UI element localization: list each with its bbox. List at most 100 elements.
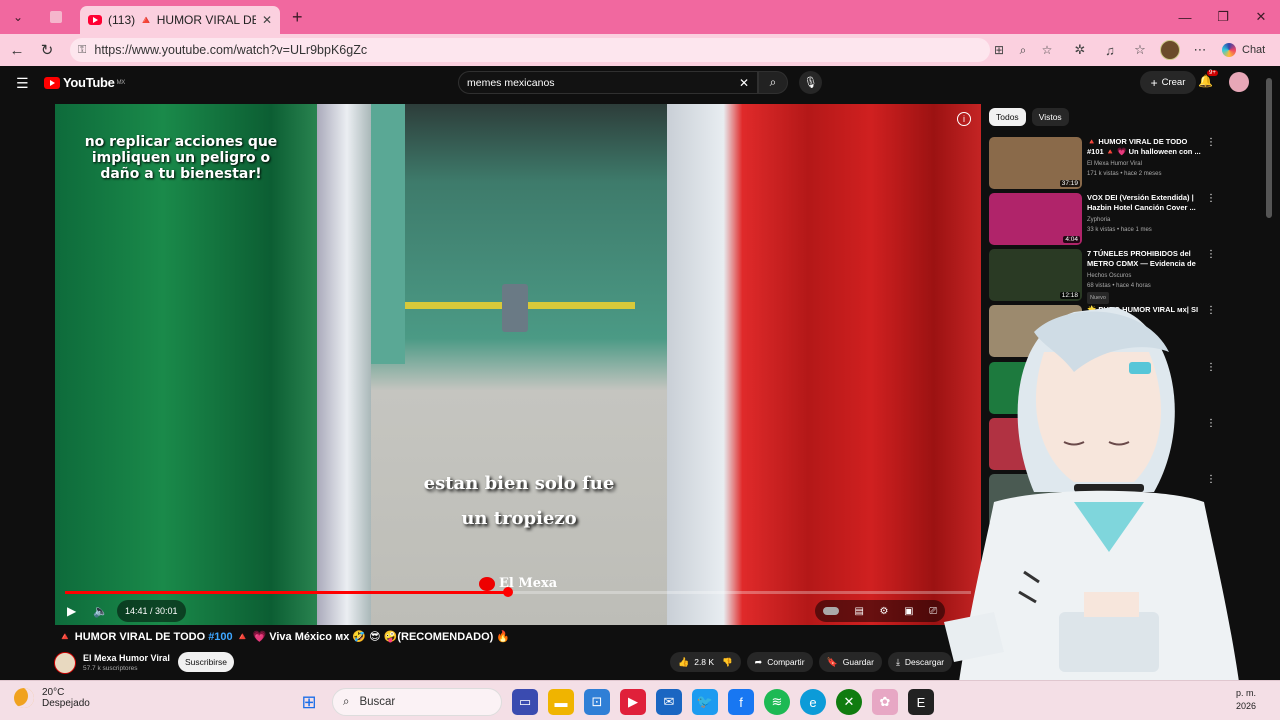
facebook-icon[interactable]: f [728,689,754,715]
thumbs-down-icon[interactable]: 👎 [722,657,733,668]
recommendation-title[interactable]: VOX DEI (Versión Extendida) | Hazbin Hot… [1087,193,1203,213]
settings-gear-icon[interactable]: ⚙ [880,606,889,617]
system-clock[interactable]: p. m. 2026 [1236,687,1256,713]
title-hashtag[interactable]: #100 [208,631,232,643]
microsoft-store-icon[interactable]: ⊡ [584,689,610,715]
apps-icon[interactable]: ⊞ [990,41,1008,59]
favorites-icon[interactable]: ☆ [1128,38,1152,62]
save-label: Guardar [842,657,874,667]
address-bar-row: ← ↻ ⚿ https://www.youtube.com/watch?v=UL… [0,34,1280,66]
recommendation-item[interactable]: 4:04 VOX DEI (Versión Extendida) | Hazbin… [989,193,1259,245]
maximize-icon[interactable]: ❐ [1204,0,1242,34]
flag-white-stripe [317,104,377,625]
recommendation-channel: El Mexa Humor Viral [1087,161,1142,167]
channel-avatar[interactable] [54,652,76,674]
title-suffix: 🔺 💗 Viva México ᴍx 🤣 😎 🤪(RECOMENDADO) 🔥 [232,631,511,643]
video-player[interactable]: no replicar acciones que impliquen un pe… [55,104,981,625]
active-tab[interactable]: (113) 🔺 HUMOR VIRAL DE TODO ✕ [80,6,280,34]
save-button[interactable]: 🔖 Guardar [818,652,882,672]
more-options-icon[interactable]: ⋮ [1206,137,1216,148]
zoom-icon[interactable]: ⌕ [1014,41,1032,59]
subscribe-button[interactable]: Suscribirse [178,652,234,672]
spotify-icon[interactable]: ≋ [764,689,790,715]
chip-todos[interactable]: Todos [989,108,1026,126]
outlook-icon[interactable]: ✉ [656,689,682,715]
paint-app-icon[interactable]: ✿ [872,689,898,715]
recommendation-item[interactable]: 37:19 🔺 HUMOR VIRAL DE TODO #101 🔺 💗 Un h… [989,137,1259,189]
xbox-icon[interactable]: ✕ [836,689,862,715]
youtube-app-icon[interactable]: ▶ [620,689,646,715]
video-clip-frame [371,104,667,625]
account-avatar[interactable] [1229,72,1249,92]
close-window-icon[interactable]: ✕ [1242,0,1280,34]
taskbar-search-label: Buscar [359,696,396,708]
share-button[interactable]: ➦ Compartir [746,652,813,672]
favorite-star-icon[interactable]: ☆ [1038,41,1056,59]
search-button[interactable]: ⌕ [758,71,788,94]
more-options-icon[interactable]: ⋮ [1206,249,1216,260]
scrubber-handle[interactable] [503,587,514,597]
weather-widget[interactable]: 20°C Despejado [14,687,90,709]
volume-icon[interactable]: 🔈 [93,600,108,622]
moon-icon [14,688,34,708]
new-tab-button[interactable]: + [292,7,303,28]
voice-search-icon[interactable]: 🎙 [799,71,822,94]
epic-games-icon[interactable]: E [908,689,934,715]
court-wall [371,104,405,364]
recommendation-stats: 33 k vistas • hace 1 mes [1087,227,1152,233]
edge-browser-icon[interactable]: e [800,689,826,715]
recommendation-title[interactable]: 7 TÚNELES PROHIBIDOS del METRO CDMX — Ev… [1087,249,1203,269]
file-explorer-icon[interactable]: ▬ [548,689,574,715]
create-button[interactable]: + Crear [1140,71,1196,94]
more-menu-icon[interactable]: ⋯ [1188,38,1212,62]
extensions-icon[interactable]: ✲ [1068,38,1092,62]
notifications-bell-icon[interactable]: 🔔 9+ [1198,70,1218,88]
site-info-icon[interactable]: ⚿ [78,44,86,57]
recommendation-title[interactable]: 🔺 HUMOR VIRAL DE TODO #101 🔺 💗 Un hallow… [1087,137,1203,157]
tab-close-icon[interactable]: ✕ [262,13,272,27]
tab-actions-menu-icon[interactable]: ⌄ [4,5,32,29]
url-action-icons: ⊞ ⌕ ☆ [990,41,1056,59]
page-scrollbar[interactable] [1266,78,1272,218]
autoplay-toggle[interactable] [822,607,839,615]
channel-name[interactable]: El Mexa Humor Viral [83,653,170,663]
weather-condition: Despejado [42,698,90,709]
player-controls: ▶ 🔈 14:41 / 30:01 ▤ ⚙ ▣ ⎚ [55,600,981,625]
video-thumbnail[interactable]: 4:04 [989,193,1082,245]
progress-bar[interactable] [65,587,971,597]
search-input[interactable]: memes mexicanos ✕ [458,71,758,94]
subtitles-icon[interactable]: ▤ [854,606,863,617]
back-icon[interactable]: ← [2,35,32,65]
windows-taskbar: 20°C Despejado ⊞ ⌕ Buscar ▭ ▬ ⊡ ▶ ✉ 🐦 f … [0,680,1280,720]
youtube-logo[interactable]: YouTube MX [44,75,125,90]
pinned-tab[interactable] [42,5,70,29]
create-label: Crear [1161,77,1186,88]
video-thumbnail[interactable]: 37:19 [989,137,1082,189]
guide-menu-icon[interactable]: ☰ [16,75,29,92]
duration-badge: 4:04 [1063,236,1080,243]
more-options-icon[interactable]: ⋮ [1206,193,1216,204]
play-icon[interactable]: ▶ [67,600,76,622]
minimize-icon[interactable]: — [1166,0,1204,34]
windows-start-icon[interactable]: ⊞ [296,689,322,715]
recommendation-stats: 171 k vistas • hace 2 meses [1087,171,1162,177]
like-button[interactable]: 👍 2.8 K 👎 [670,652,741,672]
plus-icon: + [1150,75,1158,90]
twitter-icon[interactable]: 🐦 [692,689,718,715]
logo-text: YouTube [63,75,115,90]
taskbar-apps: ⊞ ⌕ Buscar ▭ ▬ ⊡ ▶ ✉ 🐦 f ≋ e ✕ ✿ E [296,688,934,716]
url-field[interactable]: ⚿ https://www.youtube.com/watch?v=ULr9bp… [70,38,990,62]
logo-region: MX [116,79,126,86]
task-view-icon[interactable]: ▭ [512,689,538,715]
refresh-icon[interactable]: ↻ [32,35,62,65]
recommendation-channel: Hechos Oscuros [1087,273,1132,279]
miniplayer-icon[interactable]: ▣ [904,606,913,617]
chip-vistos[interactable]: Vistos [1031,108,1069,126]
taskbar-search[interactable]: ⌕ Buscar [332,688,502,716]
copilot-chat-button[interactable]: Chat [1222,43,1265,57]
clear-search-icon[interactable]: ✕ [739,76,749,90]
media-icon[interactable]: ♫ [1098,38,1122,62]
info-icon[interactable]: i [957,112,971,126]
profile-avatar[interactable] [1158,38,1182,62]
url-text: https://www.youtube.com/watch?v=ULr9bpK6… [94,43,368,57]
